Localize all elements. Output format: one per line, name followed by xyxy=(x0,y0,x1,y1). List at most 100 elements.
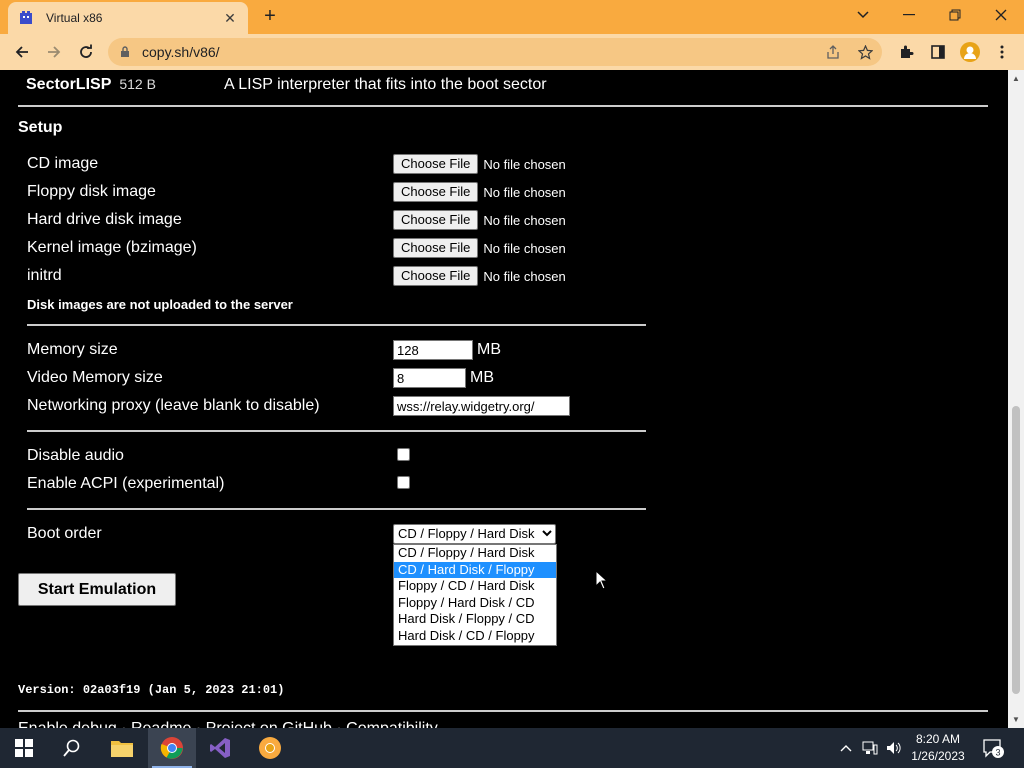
disable-audio-checkbox[interactable] xyxy=(397,448,410,461)
divider xyxy=(27,324,646,326)
divider xyxy=(18,710,988,712)
scrollbar-thumb[interactable] xyxy=(1012,406,1020,694)
minimize-icon[interactable] xyxy=(886,0,932,30)
profile-avatar-icon[interactable] xyxy=(960,42,980,62)
video-memory-input[interactable] xyxy=(393,368,466,388)
footer-links-partial[interactable]: Enable debug · Readme · Project on GitHu… xyxy=(18,720,438,728)
hard-drive-image-input[interactable]: Choose File No file chosen xyxy=(393,210,566,230)
boot-order-option[interactable]: Hard Disk / Floppy / CD xyxy=(394,611,556,628)
notification-count: 3 xyxy=(995,748,1000,758)
v86-favicon-icon xyxy=(20,11,32,24)
boot-order-select[interactable]: CD / Floppy / Hard Disk xyxy=(393,524,556,544)
page-scrollbar[interactable]: ▲ ▼ xyxy=(1008,70,1024,728)
forward-icon[interactable] xyxy=(42,40,66,64)
browser-titlebar: Virtual x86 ✕ + xyxy=(0,0,1024,34)
kernel-image-label: Kernel image (bzimage) xyxy=(27,239,197,256)
boot-order-option[interactable]: Floppy / CD / Hard Disk xyxy=(394,578,556,595)
close-window-icon[interactable] xyxy=(978,0,1024,30)
divider xyxy=(27,430,646,432)
menu-kebab-icon[interactable] xyxy=(992,42,1012,62)
chevron-down-icon xyxy=(542,530,552,537)
bookmark-star-icon[interactable] xyxy=(856,43,874,61)
extensions-icon[interactable] xyxy=(896,42,916,62)
tab-search-icon[interactable] xyxy=(840,0,886,30)
networking-proxy-label: Networking proxy (leave blank to disable… xyxy=(27,397,320,414)
network-icon[interactable] xyxy=(862,740,878,756)
scroll-down-icon[interactable]: ▼ xyxy=(1012,715,1020,724)
cd-image-input[interactable]: Choose File No file chosen xyxy=(393,154,566,174)
volume-icon[interactable] xyxy=(886,740,902,756)
enable-acpi-label: Enable ACPI (experimental) xyxy=(27,475,225,492)
memory-size-unit: MB xyxy=(477,341,501,358)
new-tab-icon[interactable]: + xyxy=(258,6,282,28)
boot-order-option-highlighted[interactable]: CD / Hard Disk / Floppy xyxy=(394,561,556,578)
divider xyxy=(18,105,988,107)
sector-name-link[interactable]: SectorLISP xyxy=(26,76,111,94)
cd-image-choose-button[interactable]: Choose File xyxy=(393,154,479,174)
version-info: Version: 02a03f19 (Jan 5, 2023 21:01) xyxy=(18,683,284,697)
page-content: SectorLISP 512 B A LISP interpreter that… xyxy=(0,70,1008,728)
floppy-image-label: Floppy disk image xyxy=(27,183,156,200)
address-bar[interactable]: copy.sh/v86/ xyxy=(108,38,882,66)
initrd-label: initrd xyxy=(27,267,62,284)
cd-image-label: CD image xyxy=(27,155,99,172)
scroll-up-icon[interactable]: ▲ xyxy=(1012,74,1020,83)
initrd-input[interactable]: Choose File No file chosen xyxy=(393,266,566,286)
mouse-cursor-icon xyxy=(595,570,609,590)
boot-order-dropdown: CD / Floppy / Hard Disk CD / Hard Disk /… xyxy=(393,544,557,646)
notification-center-icon[interactable]: 3 xyxy=(983,739,1005,764)
share-icon[interactable] xyxy=(824,43,842,61)
hard-drive-image-label: Hard drive disk image xyxy=(27,211,182,228)
initrd-status: No file chosen xyxy=(483,268,566,284)
browser-toolbar: copy.sh/v86/ xyxy=(0,34,1024,70)
start-menu-icon[interactable] xyxy=(0,728,48,768)
hard-drive-image-choose-button[interactable]: Choose File xyxy=(393,210,479,230)
tab-title: Virtual x86 xyxy=(46,11,103,25)
file-explorer-icon[interactable] xyxy=(98,728,146,768)
hard-drive-image-status: No file chosen xyxy=(483,212,566,228)
floppy-image-choose-button[interactable]: Choose File xyxy=(393,182,479,202)
clock-date: 1/26/2023 xyxy=(911,749,965,763)
boot-order-option[interactable]: Floppy / Hard Disk / CD xyxy=(394,595,556,612)
networking-proxy-input[interactable] xyxy=(393,396,570,416)
kernel-image-input[interactable]: Choose File No file chosen xyxy=(393,238,566,258)
boot-order-option[interactable]: Hard Disk / CD / Floppy xyxy=(394,628,556,645)
initrd-choose-button[interactable]: Choose File xyxy=(393,266,479,286)
divider xyxy=(27,508,646,510)
windows-taskbar: 8:20 AM 1/26/2023 3 xyxy=(0,728,1024,768)
sector-description: A LISP interpreter that fits into the bo… xyxy=(224,76,547,93)
disable-audio-label: Disable audio xyxy=(27,447,124,464)
restore-icon[interactable] xyxy=(932,0,978,30)
memory-size-label: Memory size xyxy=(27,341,118,358)
chrome-canary-icon[interactable] xyxy=(246,728,294,768)
version-prefix: Version: xyxy=(18,683,83,697)
video-memory-unit: MB xyxy=(470,369,494,386)
start-emulation-button[interactable]: Start Emulation xyxy=(18,573,176,606)
setup-heading: Setup xyxy=(18,119,63,136)
kernel-image-status: No file chosen xyxy=(483,240,566,256)
boot-order-label: Boot order xyxy=(27,525,102,542)
sector-row: SectorLISP 512 B xyxy=(26,76,156,94)
video-memory-label: Video Memory size xyxy=(27,369,163,386)
system-clock[interactable]: 8:20 AM 1/26/2023 xyxy=(910,731,966,765)
kernel-image-choose-button[interactable]: Choose File xyxy=(393,238,479,258)
chevron-up-icon[interactable] xyxy=(838,740,854,756)
visual-studio-icon[interactable] xyxy=(196,728,244,768)
side-panel-icon[interactable] xyxy=(928,42,948,62)
tab-close-icon[interactable]: ✕ xyxy=(222,10,238,27)
search-icon[interactable] xyxy=(48,728,96,768)
clock-time: 8:20 AM xyxy=(915,732,961,746)
sector-size: 512 B xyxy=(119,76,156,92)
back-icon[interactable] xyxy=(10,40,34,64)
memory-size-input[interactable] xyxy=(393,340,473,360)
chrome-taskbar-icon[interactable] xyxy=(148,728,196,768)
browser-tab[interactable]: Virtual x86 ✕ xyxy=(8,2,248,34)
url-text: copy.sh/v86/ xyxy=(142,44,220,60)
reload-icon[interactable] xyxy=(74,40,98,64)
lock-icon xyxy=(121,46,129,57)
upload-note: Disk images are not uploaded to the serv… xyxy=(27,297,293,312)
version-hash-link[interactable]: 02a03f19 xyxy=(83,683,141,697)
boot-order-option[interactable]: CD / Floppy / Hard Disk xyxy=(394,545,556,562)
enable-acpi-checkbox[interactable] xyxy=(397,476,410,489)
floppy-image-input[interactable]: Choose File No file chosen xyxy=(393,182,566,202)
